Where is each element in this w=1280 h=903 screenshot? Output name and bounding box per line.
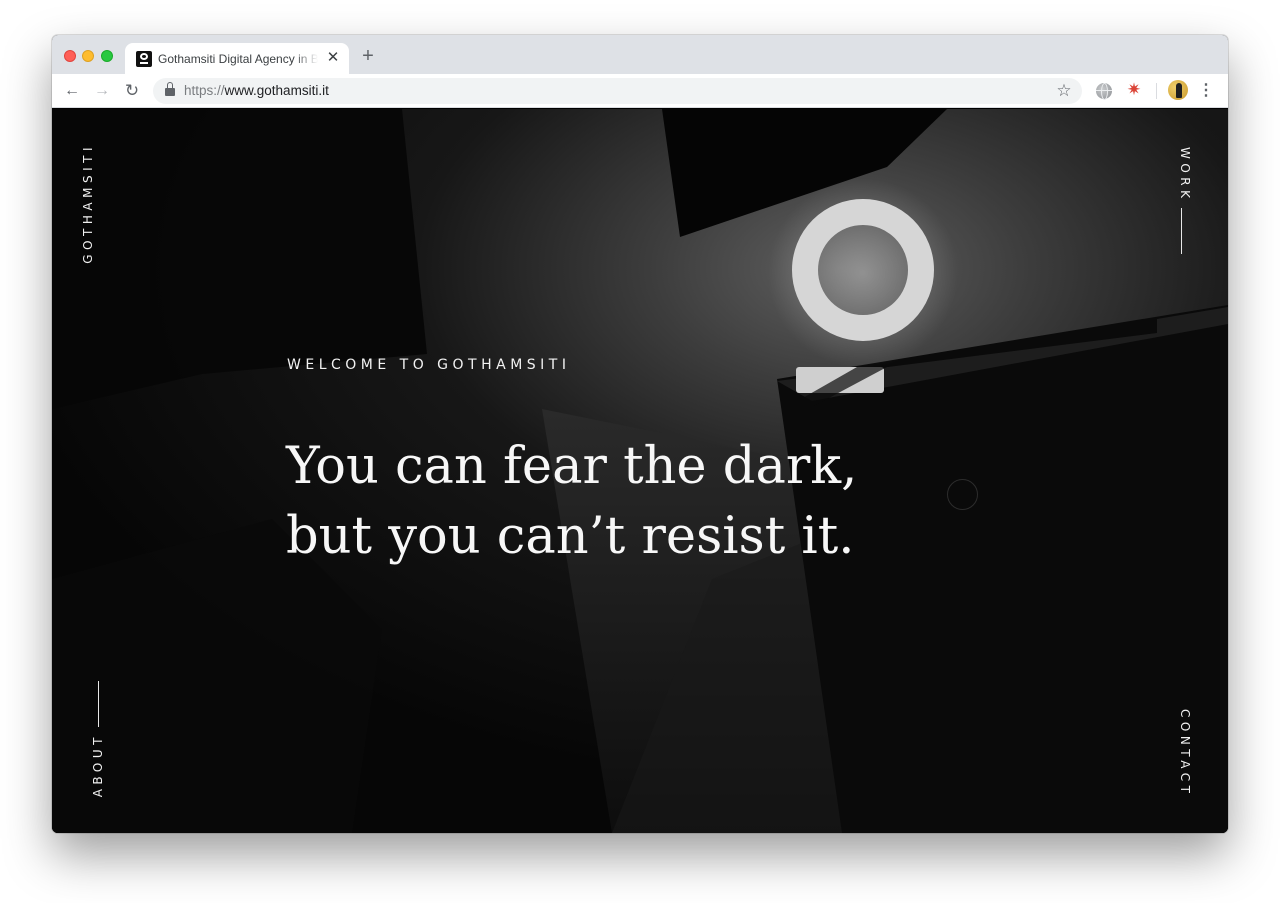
hero-eyebrow: WELCOME TO GOTHAMSITI <box>287 357 571 373</box>
reload-button[interactable]: ↻ <box>120 79 144 103</box>
new-tab-button[interactable]: + <box>357 45 379 67</box>
bookmark-star-icon[interactable]: ☆ <box>1054 80 1074 102</box>
lock-icon[interactable] <box>165 82 175 96</box>
forward-button[interactable]: → <box>90 79 114 103</box>
close-icon[interactable]: ✕ <box>325 50 341 66</box>
site-logo[interactable]: GOTHAMSITI <box>81 143 95 264</box>
hero-headline-line-2: but you can’t resist it. <box>286 507 855 566</box>
hero-headline-line-1: You can fear the dark, <box>286 437 858 496</box>
star-extension-icon[interactable]: ✷ <box>1125 80 1143 100</box>
toolbar-divider <box>1156 83 1157 99</box>
hero-headline: You can fear the dark, but you can’t res… <box>286 432 986 572</box>
close-window-button[interactable] <box>64 50 76 62</box>
work-rule <box>1181 208 1182 254</box>
nav-about[interactable]: ABOUT <box>91 733 105 797</box>
profile-avatar[interactable] <box>1168 80 1188 100</box>
nav-contact[interactable]: CONTACT <box>1178 709 1192 797</box>
back-button[interactable]: ← <box>60 79 84 103</box>
url-host: www.gothamsiti.it <box>224 83 329 98</box>
browser-toolbar: ← → ↻ https://www.gothamsiti.it ☆ ✷ ⋮ <box>52 74 1228 108</box>
address-bar[interactable]: https://www.gothamsiti.it ☆ <box>153 78 1082 104</box>
tab-title: Gothamsiti Digital Agency in Brescia <box>158 52 318 66</box>
custom-cursor <box>947 479 978 510</box>
url-text[interactable]: https://www.gothamsiti.it <box>184 83 329 98</box>
globe-extension-icon[interactable] <box>1096 83 1112 100</box>
tab-gothamsiti[interactable]: Gothamsiti Digital Agency in Brescia ✕ <box>125 43 349 74</box>
tab-strip: Gothamsiti Digital Agency in Brescia ✕ + <box>52 35 1228 74</box>
minimize-window-button[interactable] <box>82 50 94 62</box>
zoom-window-button[interactable] <box>101 50 113 62</box>
browser-window: Gothamsiti Digital Agency in Brescia ✕ +… <box>52 35 1228 833</box>
url-scheme: https:// <box>184 83 225 98</box>
gothamsiti-logo-icon <box>136 51 152 67</box>
nav-work[interactable]: WORK <box>1178 147 1192 203</box>
page-viewport: GOTHAMSITI WORK ABOUT CONTACT WELCOME TO… <box>52 109 1228 833</box>
menu-kebab-icon[interactable]: ⋮ <box>1198 79 1214 103</box>
about-rule <box>98 681 99 727</box>
